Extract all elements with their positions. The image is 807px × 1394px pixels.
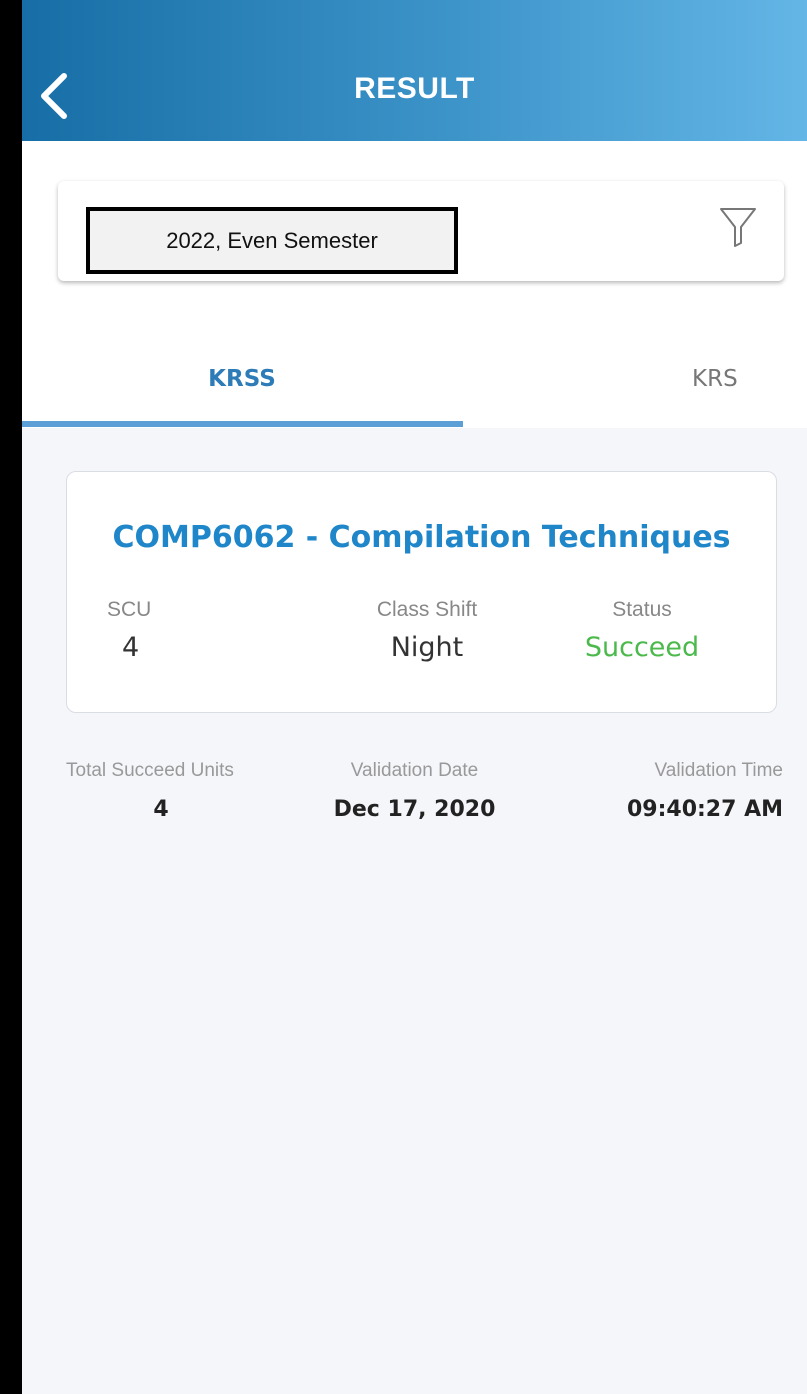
validation-date-value: Dec 17, 2020: [333, 797, 496, 822]
status-label: Status: [612, 598, 672, 621]
status-badge: Succeed: [584, 632, 700, 663]
page-title: RESULT: [354, 72, 475, 105]
course-title: COMP6062 - Compilation Techniques: [112, 520, 731, 555]
funnel-icon: [720, 208, 756, 247]
class-shift-value: Night: [390, 632, 464, 663]
validation-time-label: Validation Time: [654, 760, 784, 781]
total-units-value: 4: [153, 797, 169, 822]
course-card[interactable]: COMP6062 - Compilation Techniques SCU 4 …: [66, 471, 777, 713]
semester-filter-card: 2022, Even Semester: [58, 181, 784, 281]
class-shift-label: Class Shift: [376, 598, 478, 621]
validation-time-value: 09:40:27 AM: [626, 797, 783, 822]
app-header: RESULT: [22, 0, 807, 141]
filter-button[interactable]: [718, 205, 758, 249]
scu-value: 4: [122, 632, 140, 663]
semester-selector[interactable]: 2022, Even Semester: [86, 207, 458, 274]
scu-label: SCU: [107, 598, 152, 621]
app-screen: RESULT 2022, Even Semester KRSS KRS COMP…: [22, 0, 807, 1394]
active-tab-indicator: [22, 421, 463, 427]
total-units-label: Total Succeed Units: [66, 760, 234, 781]
tab-krss[interactable]: KRSS: [22, 366, 462, 392]
tab-krs[interactable]: KRS: [462, 366, 807, 392]
validation-date-label: Validation Date: [350, 760, 479, 781]
